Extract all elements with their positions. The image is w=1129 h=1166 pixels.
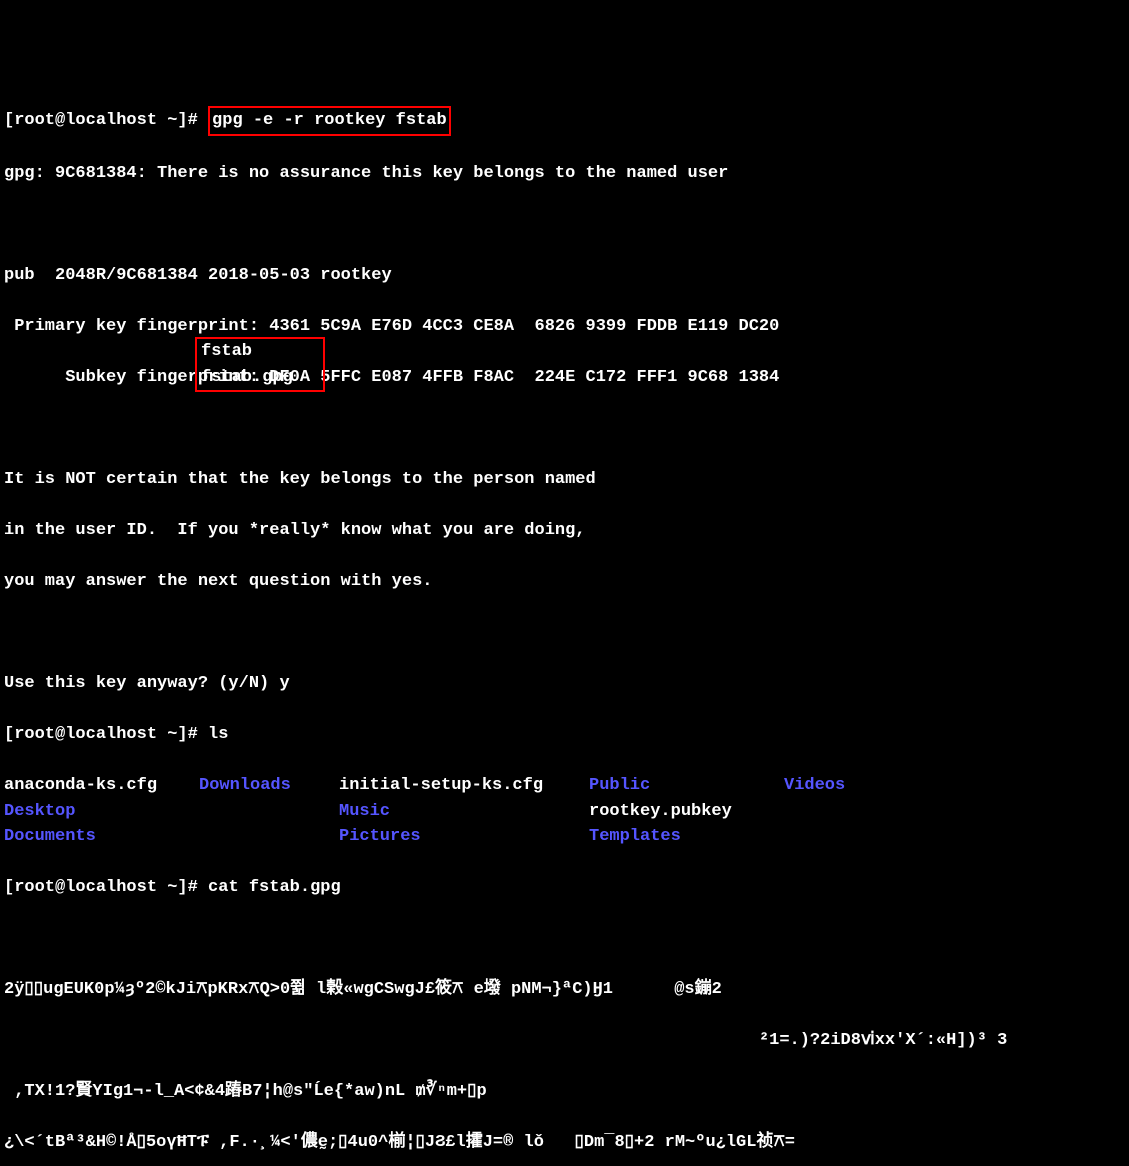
terminal-line-pub: pub 2048R/9C681384 2018-05-03 rootkey [4, 263, 1125, 289]
terminal-line-question: Use this key anyway? (y/N) y [4, 671, 1125, 697]
highlighted-command-gpg: gpg -e -r rootkey fstab [208, 106, 451, 136]
ls-row1: anaconda-ks.cfgDownloadsinitial-setup-ks… [4, 773, 1125, 799]
terminal-line-prompt3: [root@localhost ~]# cat fstab.gpg [4, 875, 1125, 901]
terminal-line-blank3 [4, 620, 1125, 646]
terminal-line-blank4 [4, 926, 1125, 952]
terminal-line-gpg-warn: gpg: 9C681384: There is no assurance thi… [4, 161, 1125, 187]
binary-output-4: ¿\<´tBª³&H©!Å▯5oүĦTፑ ,F.·¸¼<'儂ḛ;▯4u0^椾¦▯… [4, 1130, 1125, 1156]
terminal-line-cert1: It is NOT certain that the key belongs t… [4, 467, 1125, 493]
terminal-line-cert2: in the user ID. If you *really* know wha… [4, 518, 1125, 544]
file-initial-setup: initial-setup-ks.cfg [339, 773, 589, 799]
dir-pictures: Pictures [339, 824, 589, 850]
terminal-line-prompt2: [root@localhost ~]# ls [4, 722, 1125, 748]
binary-output-3: ,TX!1?賢YIg1¬-l_A<¢&4蹖B7¦h@s"Ĺe{*aw)nL ₥∛… [4, 1079, 1125, 1105]
terminal-line-blank [4, 212, 1125, 238]
prompt-prefix: [root@localhost ~]# [4, 878, 208, 897]
file-fstab-gpg: fstab.gpg [201, 365, 319, 391]
binary-output-2: ²1=.)?2iD8ⅵxx'X´:«H])³ 3 [4, 1028, 1125, 1054]
dir-public: Public [589, 773, 784, 799]
binary-output-1: 2ÿ▯▯ugEUK0p¼ȝº2©kJi⚻pKRx⚻Q>0쮦 l榖«wgCSwgJ… [4, 977, 1125, 1003]
dir-downloads: Downloads [199, 773, 339, 799]
dir-templates: Templates [589, 824, 784, 850]
file-fstab: fstab [201, 339, 319, 365]
dir-videos: Videos [784, 773, 864, 799]
highlighted-fstab-files: fstabfstab.gpg [195, 337, 325, 392]
dir-music: Music [339, 799, 589, 825]
ls-row2: Desktop Musicrootkey.pubkey [4, 799, 1125, 825]
command-ls: ls [208, 725, 228, 744]
ls-output: anaconda-ks.cfgDownloadsinitial-setup-ks… [4, 773, 1125, 850]
file-rootkey-pubkey: rootkey.pubkey [589, 799, 784, 825]
terminal-line-primary-fp: Primary key fingerprint: 4361 5C9A E76D … [4, 314, 1125, 340]
terminal-line-prompt1: [root@localhost ~]# gpg -e -r rootkey fs… [4, 106, 1125, 136]
dir-desktop: Desktop [4, 799, 199, 825]
prompt-prefix: [root@localhost ~]# [4, 111, 208, 130]
terminal-line-subkey-fp: Subkey fingerprint: DF0A 5FFC E087 4FFB … [4, 365, 1125, 391]
command-cat: cat fstab.gpg [208, 878, 341, 897]
ls-row3: Documents PicturesTemplates [4, 824, 1125, 850]
prompt-prefix: [root@localhost ~]# [4, 725, 208, 744]
terminal-line-blank2 [4, 416, 1125, 442]
file-anaconda: anaconda-ks.cfg [4, 773, 199, 799]
dir-documents: Documents [4, 824, 199, 850]
terminal-line-cert3: you may answer the next question with ye… [4, 569, 1125, 595]
